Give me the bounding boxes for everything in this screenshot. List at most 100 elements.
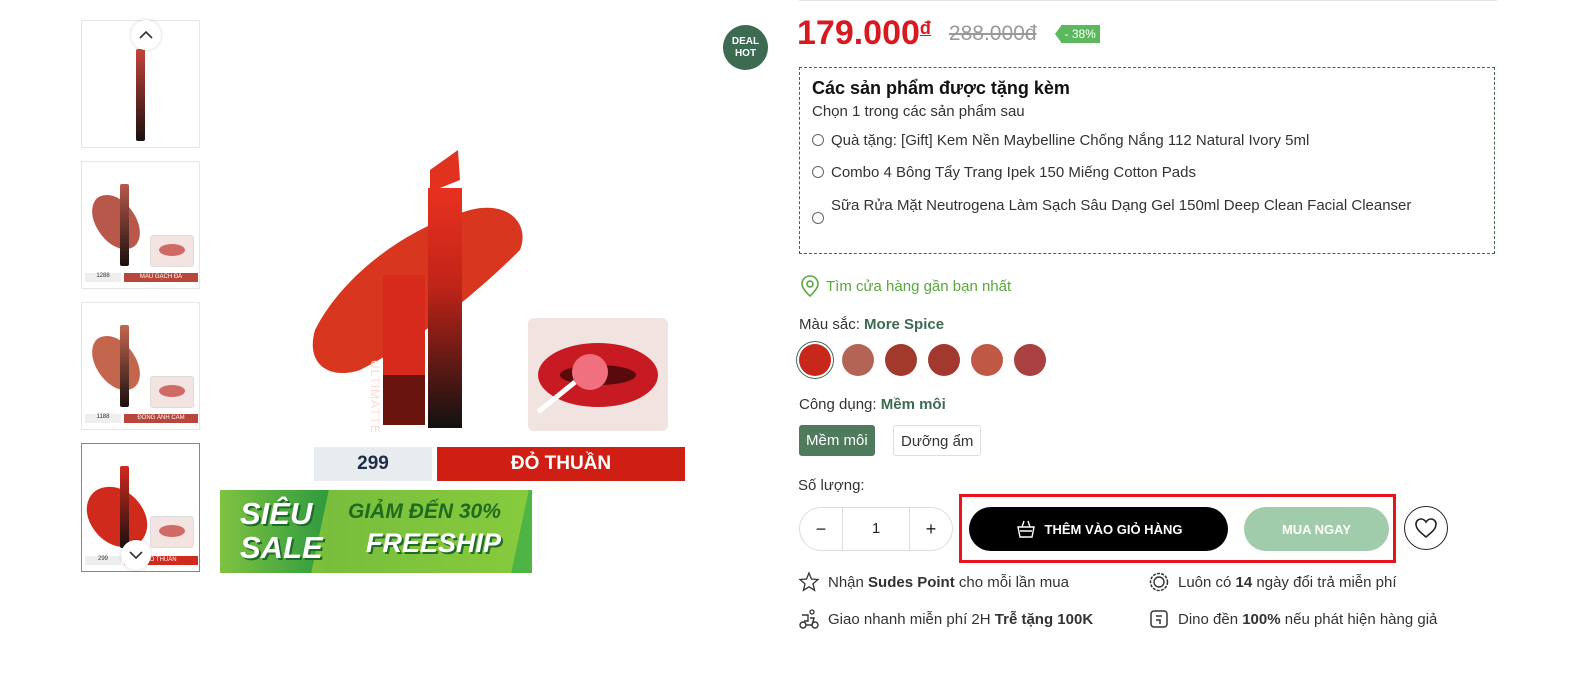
feature-text-pre: Giao nhanh miễn phí 2H (828, 610, 995, 628)
buy-now-button[interactable]: MUA NGAY (1244, 507, 1389, 551)
color-swatch-2[interactable] (842, 344, 874, 376)
main-product-image[interactable]: ULTIMATTE 299 ĐỎ THUẦN SIÊU SALE GIẢM ĐẾ… (220, 20, 710, 575)
thumbnail-3[interactable]: 1188 ĐỒNG ÁNH CAM (81, 302, 200, 430)
price-row: 179.000 đ 288.000đ - 38% (797, 14, 1100, 53)
badge-check-icon (1148, 571, 1170, 593)
usage-label: Công dụng: (799, 396, 877, 413)
gift-option-1[interactable]: Quà tặng: [Gift] Kem Nền Maybelline Chốn… (812, 128, 1309, 154)
feature-text-pre: Luôn có (1178, 573, 1236, 591)
usage-label-row: Công dụng: Mềm môi (799, 396, 946, 413)
thumbnail-shade-name: MÀU GẠCH ĐÁ (124, 273, 198, 282)
buy-now-label: MUA NGAY (1281, 521, 1352, 537)
feature-sudes-point: Nhận Sudes Point cho mỗi lần mua (798, 571, 1069, 593)
feature-text-post: ngày đổi trả miễn phí (1252, 573, 1397, 591)
gift-option-label: Quà tặng: [Gift] Kem Nền Maybelline Chốn… (831, 132, 1310, 149)
deal-badge-line2: HOT (734, 48, 757, 59)
feature-fake-guarantee: Dino đền 100% nếu phát hiện hàng giả (1148, 608, 1437, 630)
thumbnail-swatch (85, 186, 147, 258)
star-icon (798, 571, 820, 593)
gift-selection-box: Các sản phẩm được tặng kèm Chọn 1 trong … (799, 67, 1495, 254)
thumbnail-2[interactable]: 1288 MÀU GẠCH ĐÁ (81, 161, 200, 289)
color-swatch-6[interactable] (1014, 344, 1046, 376)
thumbnail-lipstick (120, 184, 129, 266)
feature-text-bold: Sudes Point (868, 573, 955, 591)
feature-text-bold: 100% (1242, 610, 1281, 628)
usage-selected-value: Mềm môi (880, 396, 946, 413)
add-to-cart-label: THÊM VÀO GIỎ HÀNG (1044, 521, 1183, 537)
thumbnail-lipstick (120, 325, 129, 407)
chevron-down-icon (129, 551, 143, 560)
banner-discount-text: GIẢM ĐẾN 30% (348, 500, 501, 523)
quantity-label: Số lượng: (798, 477, 865, 494)
color-selected-value: More Spice (864, 316, 945, 333)
shade-number-tag: 299 (314, 447, 432, 481)
feature-fast-delivery: Giao nhanh miễn phí 2H Trễ tặng 100K (798, 608, 1093, 630)
quantity-decrease-button[interactable]: − (800, 519, 842, 540)
gift-title: Các sản phẩm được tặng kèm (812, 78, 1070, 98)
radio-button[interactable] (812, 166, 824, 178)
chevron-up-icon (139, 30, 153, 39)
feature-text-post: nếu phát hiện hàng giả (1280, 610, 1438, 628)
store-finder-label: Tìm cửa hàng gần bạn nhất (826, 277, 1012, 295)
usage-option-duong-am[interactable]: Dưỡng ẩm (893, 425, 982, 456)
thumbnail-shade-number: 1288 (85, 273, 121, 282)
feature-text-bold: 14 (1235, 573, 1253, 591)
thumb-scroll-up-button[interactable] (131, 20, 161, 50)
thumbnail-swatch (85, 327, 147, 399)
color-label-row: Màu sắc: More Spice (799, 316, 944, 333)
feature-text-pre: Dino đền (1178, 610, 1243, 628)
feature-text-pre: Nhận (828, 573, 869, 591)
shade-number-text: 299 (357, 453, 389, 474)
gift-option-3[interactable]: Sữa Rửa Mặt Neutrogena Làm Sạch Sâu Dạng… (812, 193, 1452, 224)
thumbnail-lip-inset (150, 235, 194, 267)
thumbnail-shade-number: 1188 (85, 414, 121, 423)
thumbnail-lipstick (136, 49, 145, 141)
banner-sale-text: SALE (240, 530, 323, 565)
radio-button[interactable] (812, 134, 824, 146)
thumbnail-lipstick (120, 466, 129, 548)
shield-money-icon (1148, 608, 1170, 630)
delivery-scooter-icon (798, 608, 820, 630)
color-label: Màu sắc: (799, 316, 860, 333)
deal-hot-badge: DEAL HOT (723, 25, 768, 70)
thumb-scroll-down-button[interactable] (121, 540, 151, 570)
heart-icon (1415, 518, 1437, 539)
top-divider (799, 0, 1497, 1)
shade-name-text: ĐỎ THUẦN (510, 453, 612, 474)
usage-option-mem-moi[interactable]: Mềm môi (799, 425, 875, 456)
discount-badge: - 38% (1060, 24, 1100, 43)
radio-button[interactable] (812, 212, 824, 224)
current-price: 179.000 (797, 14, 920, 52)
feature-return-policy: Luôn có 14 ngày đổi trả miễn phí (1148, 571, 1397, 593)
add-to-cart-button[interactable]: THÊM VÀO GIỎ HÀNG (969, 507, 1228, 551)
banner-freeship-text: FREESHIP (366, 528, 502, 558)
gift-option-2[interactable]: Combo 4 Bông Tẩy Trang Ipek 150 Miếng Co… (812, 160, 1196, 186)
wishlist-button[interactable] (1404, 506, 1448, 550)
thumbnail-lip-inset (150, 516, 194, 548)
color-swatch-3[interactable] (885, 344, 917, 376)
feature-text-post: cho mỗi lần mua (954, 573, 1069, 591)
quantity-increase-button[interactable]: + (910, 519, 952, 540)
old-price: 288.000đ (948, 21, 1037, 45)
color-swatch-4[interactable] (928, 344, 960, 376)
currency-symbol: đ (919, 18, 931, 38)
super-sale-banner: SIÊU SALE GIẢM ĐẾN 30% FREESHIP (220, 490, 532, 573)
thumbnail-shade-name: ĐỒNG ÁNH CAM (124, 414, 198, 423)
gift-subtitle: Chọn 1 trong các sản phẩm sau (812, 103, 1025, 120)
color-swatch-5[interactable] (971, 344, 1003, 376)
gift-option-label: Combo 4 Bông Tẩy Trang Ipek 150 Miếng Co… (831, 164, 1196, 181)
brand-vertical-text: ULTIMATTE (368, 360, 382, 434)
banner-sieu-text: SIÊU (240, 496, 313, 531)
gift-option-label: Sữa Rửa Mặt Neutrogena Làm Sạch Sâu Dạng… (831, 197, 1412, 214)
feature-text-bold: Trễ tặng 100K (994, 610, 1094, 628)
store-finder-link[interactable]: Tìm cửa hàng gần bạn nhất (800, 274, 1011, 298)
quantity-input[interactable]: 1 (842, 508, 910, 550)
deal-badge-line1: DEAL (731, 36, 760, 47)
thumbnail-lip-inset (150, 376, 194, 408)
shade-name-tag: ĐỎ THUẦN (437, 447, 685, 481)
thumbnail-shade-number: 299 (85, 556, 121, 565)
location-pin-icon (801, 275, 819, 298)
basket-icon (1016, 520, 1035, 538)
color-swatch-1[interactable] (799, 344, 831, 376)
quantity-stepper: − 1 + (799, 507, 953, 551)
